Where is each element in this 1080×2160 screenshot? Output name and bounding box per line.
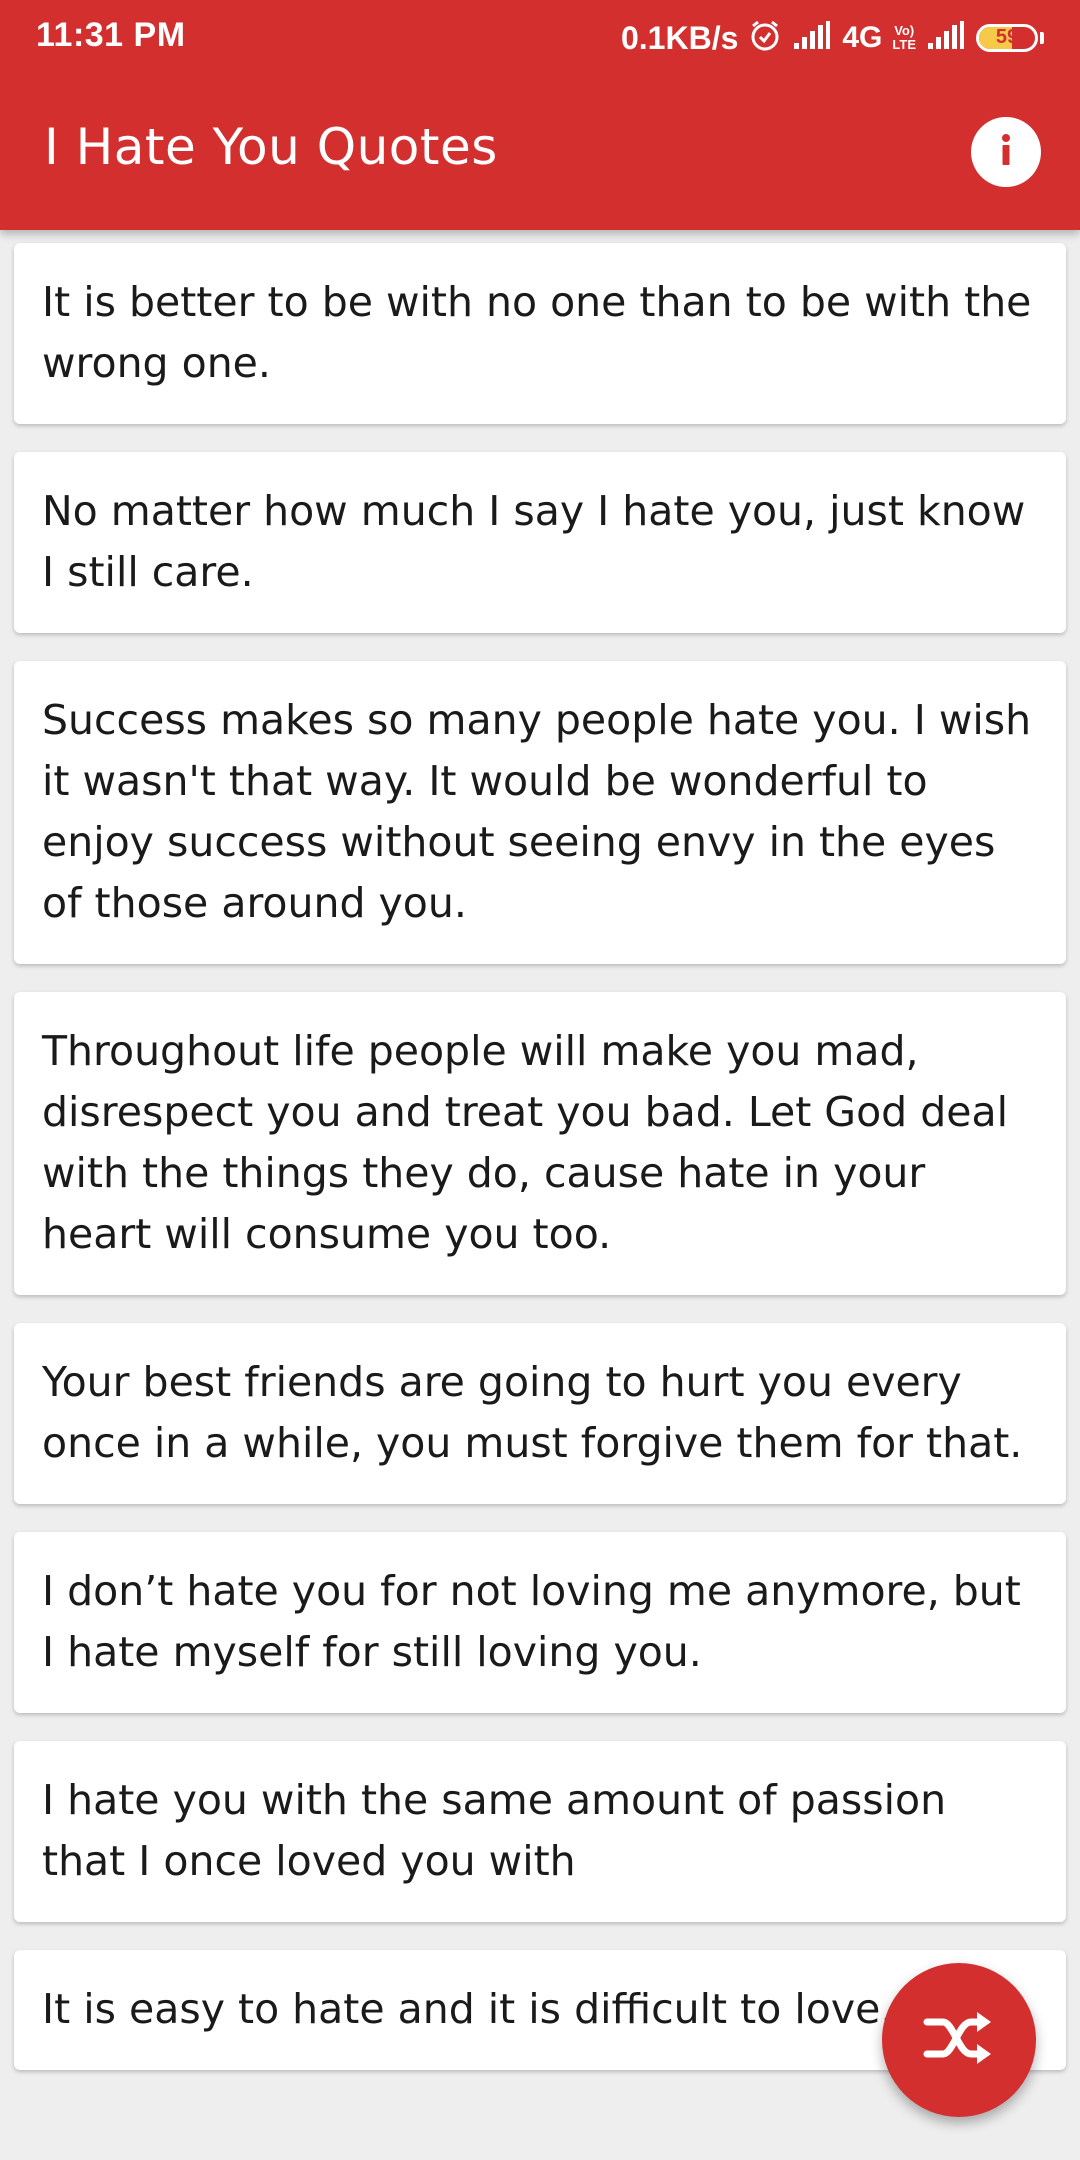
volte-line-2: LTE	[892, 37, 916, 52]
quote-text: Throughout life people will make you mad…	[42, 1027, 1008, 1258]
quote-card[interactable]: I hate you with the same amount of passi…	[14, 1741, 1066, 1922]
app-bar: 11:31 PM 0.1KB/s 4G Vo) LTE 59 I Hate Yo…	[0, 0, 1080, 230]
signal-icon	[792, 20, 832, 56]
quote-card[interactable]: It is better to be with no one than to b…	[14, 243, 1066, 424]
shuffle-icon	[923, 2008, 995, 2072]
battery-icon: 59	[976, 24, 1038, 52]
quote-text: I hate you with the same amount of passi…	[42, 1776, 947, 1885]
info-icon	[986, 130, 1026, 174]
status-time: 11:31 PM	[36, 16, 186, 54]
volte-line-1: Vo)	[894, 23, 915, 38]
quote-text: Success makes so many people hate you. I…	[42, 696, 1032, 927]
status-indicators: 0.1KB/s 4G Vo) LTE 59	[621, 14, 1044, 62]
quote-text: I don’t hate you for not loving me anymo…	[42, 1567, 1021, 1676]
battery-tip	[1040, 32, 1044, 44]
alarm-icon	[748, 19, 782, 58]
quote-text: It is better to be with no one than to b…	[42, 278, 1032, 387]
quote-card[interactable]: Throughout life people will make you mad…	[14, 992, 1066, 1295]
quote-card[interactable]: No matter how much I say I hate you, jus…	[14, 452, 1066, 633]
quote-text: No matter how much I say I hate you, jus…	[42, 487, 1026, 596]
status-bar: 11:31 PM 0.1KB/s 4G Vo) LTE 59	[0, 0, 1080, 76]
battery-level: 59	[995, 26, 1019, 48]
signal-icon-2	[926, 20, 966, 56]
info-button[interactable]	[971, 117, 1041, 187]
network-type: 4G	[842, 21, 883, 54]
quote-text: Your best friends are going to hurt you …	[42, 1358, 1023, 1467]
quote-card[interactable]: I don’t hate you for not loving me anymo…	[14, 1532, 1066, 1713]
network-speed: 0.1KB/s	[620, 19, 739, 56]
page-title: I Hate You Quotes	[44, 118, 498, 176]
quote-card[interactable]: Your best friends are going to hurt you …	[14, 1323, 1066, 1504]
quote-list: It is better to be with no one than to b…	[14, 243, 1066, 2098]
quote-card[interactable]: Success makes so many people hate you. I…	[14, 661, 1066, 964]
volte-indicator: Vo) LTE	[892, 24, 916, 52]
shuffle-button[interactable]	[882, 1963, 1036, 2117]
